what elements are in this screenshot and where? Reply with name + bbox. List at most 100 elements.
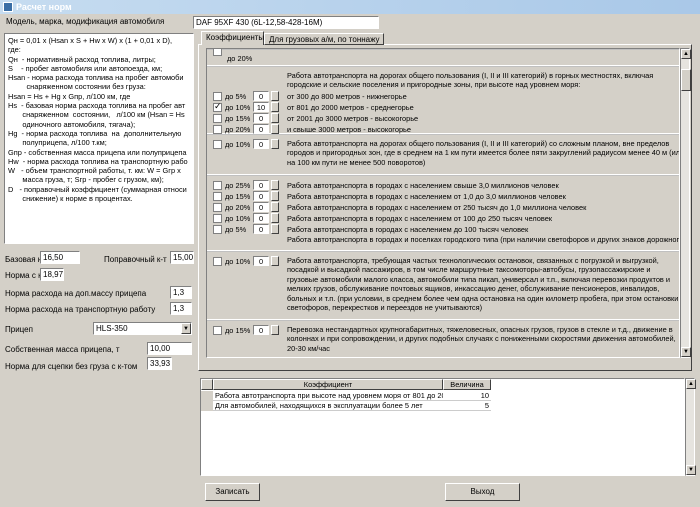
spin-button[interactable] [271,224,279,234]
grid-scroll-up-icon[interactable]: ▲ [686,379,696,389]
coef-description: колоннах и при сопровождении, и других п… [287,334,676,344]
checkbox[interactable] [213,91,222,101]
checkbox[interactable] [213,214,222,223]
coef-value-field[interactable]: 0 [253,139,269,149]
column-header-value[interactable]: Величина [443,379,491,390]
coef-value-field[interactable]: 0 [253,90,269,101]
scroll-down-icon[interactable]: ▼ [681,347,691,357]
checkbox[interactable] [213,113,222,123]
spin-button[interactable] [271,90,279,101]
formula-line: Qн - нормативный расход топлива, литры; [8,54,156,64]
coef-option-text: Работа автотранспорта в городах с населе… [287,192,566,201]
checkbox[interactable] [213,181,222,190]
row-indicator [201,401,213,411]
coef-description: городов и пригородных зон, где в среднем… [287,148,680,158]
coef-option-text: Работа автотранспорта в городах с населе… [287,225,529,234]
row-indicator [201,391,213,401]
coef-value-field[interactable]: 0 [253,213,269,223]
corr-field[interactable]: 15,00 [170,251,194,264]
checkbox[interactable] [213,124,222,134]
spin-button[interactable] [271,191,279,201]
checkbox[interactable] [213,101,222,112]
spin-button[interactable] [271,123,279,134]
spin-button[interactable] [271,101,279,112]
grid-cell-coef[interactable]: Работа автотранспорта при высоте над уро… [213,391,443,401]
formula-line: масса груза, т; Sгр - пробег с грузом, к… [8,175,164,185]
coef-description: больных и т.п. (при условии, в среднем б… [287,293,680,303]
spin-button[interactable] [271,202,279,212]
grid-scrollbar[interactable]: ▲ ▼ [685,378,696,476]
coef-option-text: Работа автотранспорта в городах и поселк… [287,235,680,244]
spin-button[interactable] [271,325,279,335]
coef-description: Работа автотранспорта на дорогах общего … [287,71,654,80]
spin-button[interactable] [271,139,279,149]
norm-coef-field[interactable]: 18,97 [40,268,64,281]
coef-scrollbar[interactable]: ▲ ▼ [680,48,691,358]
checkbox[interactable] [213,49,222,56]
coef-description: 20-30 км/час [287,343,330,353]
trailer-mass-norm-field[interactable]: 1,3 [170,286,192,299]
formula-line: снаряженном состоянии, л/100 км (Hsan = … [8,110,185,120]
checkbox[interactable] [213,225,222,234]
vehicle-label: Модель, марка, модификация автомобиля [6,17,165,26]
coef-option-text: Работа автотранспорта в городах с населе… [287,214,553,223]
hitch-norm-field[interactable]: 33,93 [147,357,172,370]
vehicle-field[interactable]: DAF 95XF 430 (6L-12,58-428-16M) [193,16,379,29]
coef-description: Работа автотранспорта, требующая частых … [287,256,659,265]
coef-value-field[interactable]: 0 [253,180,269,190]
grid-cell-value[interactable]: 5 [443,401,491,411]
trailer-select[interactable]: HLS-350 ▼ [93,322,192,335]
base-norm-field[interactable]: 16,50 [40,251,80,264]
coef-option-text: от 300 до 800 метров - нижнегорье [287,91,407,101]
tab-by-tonnage[interactable]: Для грузовых а/м, по тоннажу [264,33,384,45]
trailer-select-value: HLS-350 [96,324,128,333]
coef-list: до 20% Работа автотранспорта на дорогах о… [206,48,680,358]
checkbox[interactable] [213,326,222,335]
pct-label: до 15% [225,326,251,335]
scroll-thumb[interactable] [681,69,691,91]
pct-label: до 20% [225,203,251,212]
coef-value-field[interactable]: 0 [253,123,269,134]
save-button[interactable]: Записать [205,483,260,501]
coef-description: светофоров, перекрестков и переездов не … [287,303,483,312]
scroll-up-icon[interactable]: ▲ [681,49,691,59]
pct-label: до 10% [225,102,251,112]
coef-description: на 100 км пути не менее 500 поворотов) [287,157,426,167]
checkbox[interactable] [213,140,222,149]
spin-button[interactable] [271,180,279,190]
spin-button[interactable] [271,256,279,266]
grid-scroll-down-icon[interactable]: ▼ [686,465,696,475]
coef-value-field[interactable]: 0 [253,224,269,234]
transport-work-norm-field[interactable]: 1,3 [170,302,192,315]
pct-label: до 5% [225,91,247,101]
trailer-mass-norm-label: Норма расхода на доп.массу прицепа [5,289,147,298]
coef-value-field[interactable]: 0 [253,112,269,123]
hitch-norm-label: Норма для сцепки без груза с к-том [5,362,138,371]
coef-group: Работа автотранспорта, требующая частых … [207,251,680,319]
chevron-down-icon[interactable]: ▼ [181,323,191,334]
coef-value-field[interactable]: 10 [253,101,269,112]
coef-value-field[interactable]: 0 [253,191,269,201]
grid-cell-coef[interactable]: Для автомобилей, находящихся в эксплуата… [213,401,443,411]
coef-group: Перевозка нестандартных крупногабаритных… [207,320,679,357]
formula-line: Gпр - собственная масса прицепа или полу… [8,147,187,157]
coef-value-field[interactable]: 0 [253,256,269,266]
checkbox[interactable] [213,192,222,201]
spin-button[interactable] [271,213,279,223]
coef-option-text: от 801 до 2000 метров - среднегорье [287,102,414,112]
column-header-coef[interactable]: Коэффициент [213,379,443,390]
checkbox[interactable] [213,257,222,266]
pct-label: до 15% [225,113,251,123]
formula-line: одиночного автомобиля, тягача); [8,119,136,129]
formula-text[interactable]: Qн = 0,01 x (Hsan x S + Hw x W) x (1 + 0… [4,33,194,244]
trailer-own-mass-field[interactable]: 10,00 [147,342,192,355]
pct-label: до 10% [225,257,251,266]
coef-value-field[interactable]: 0 [253,325,269,335]
spin-button[interactable] [271,112,279,123]
tab-coefficients[interactable]: Коэффициенты [201,31,264,45]
grid-cell-value[interactable]: 10 [443,391,491,401]
checkbox[interactable] [213,203,222,212]
pct-label: до 20% [225,124,251,134]
exit-button[interactable]: Выход [445,483,520,501]
coef-value-field[interactable]: 0 [253,202,269,212]
